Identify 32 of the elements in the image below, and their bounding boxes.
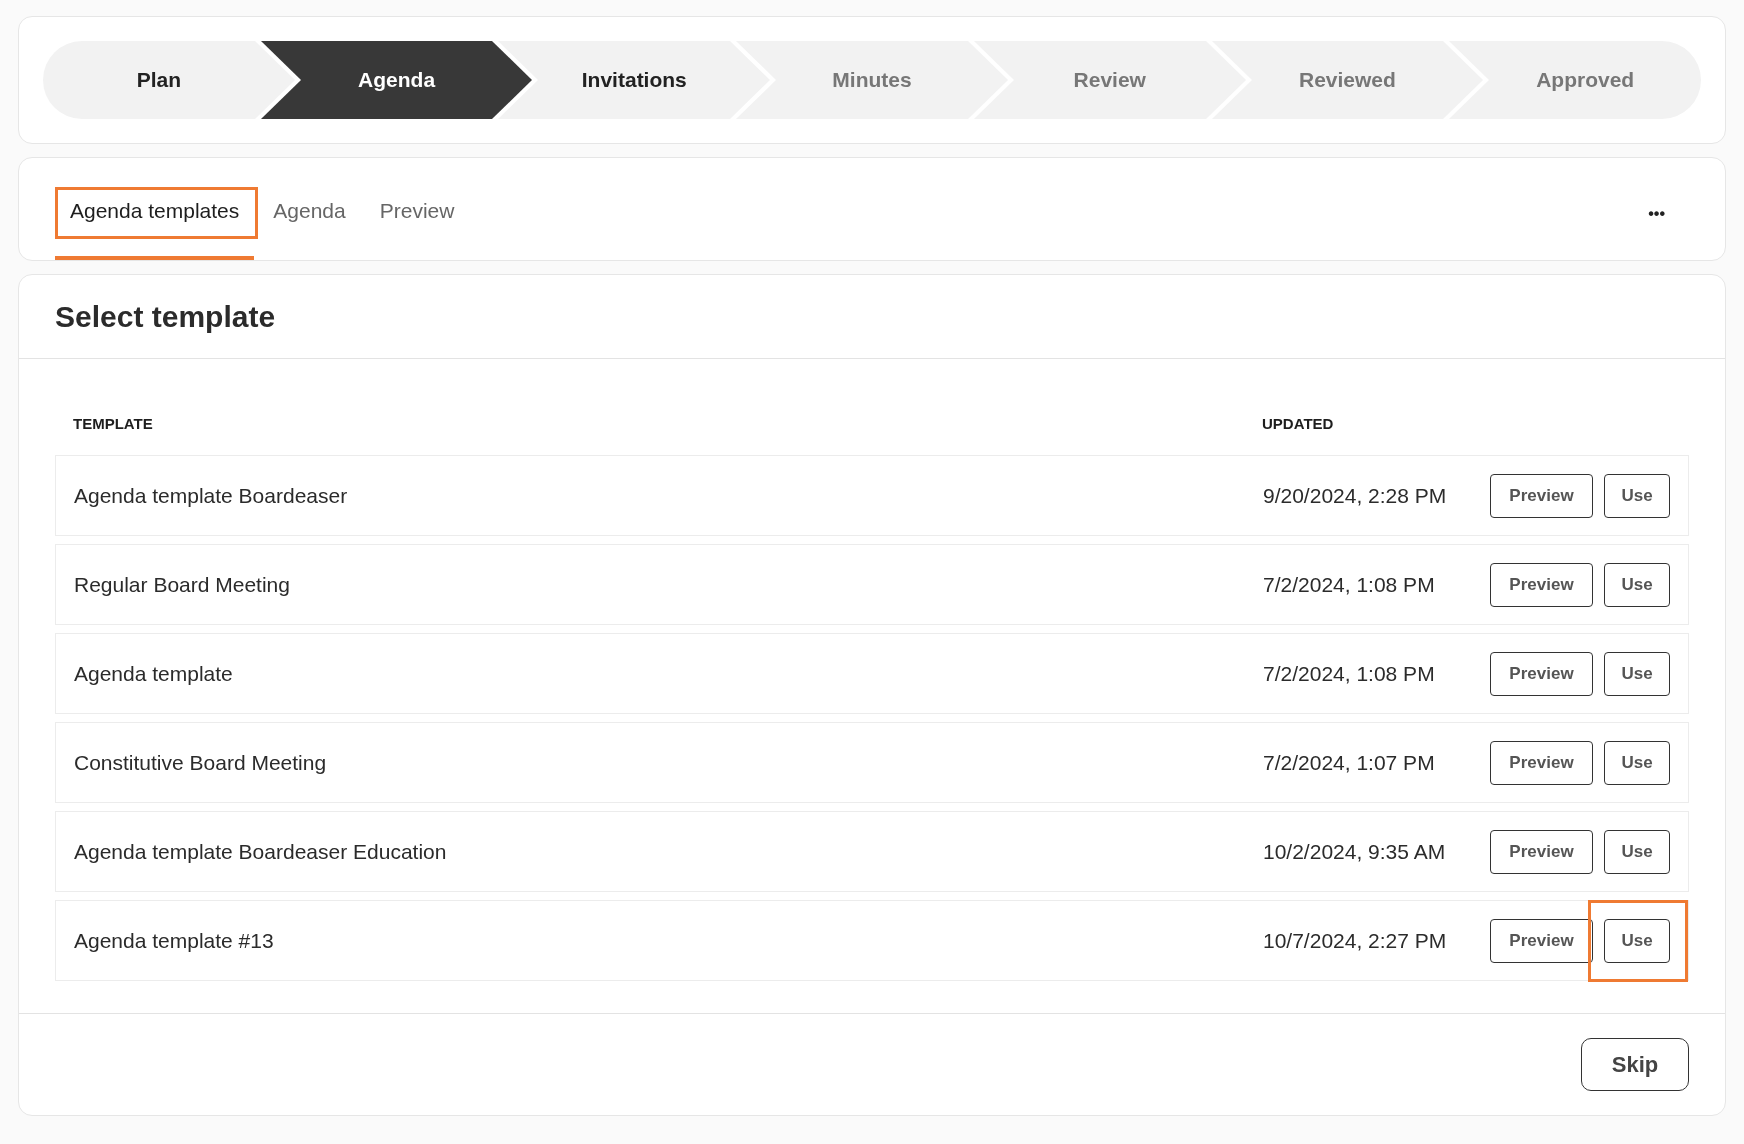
updated-date: 7/2/2024, 1:08 PM bbox=[1263, 660, 1436, 687]
updated-date: 10/2/2024, 9:35 AM bbox=[1263, 838, 1447, 865]
use-button[interactable]: Use bbox=[1604, 651, 1670, 696]
preview-button[interactable]: Preview bbox=[1490, 740, 1593, 785]
template-name: Agenda template bbox=[74, 660, 234, 687]
preview-button[interactable]: Preview bbox=[1490, 473, 1593, 518]
updated-date: 9/20/2024, 2:28 PM bbox=[1263, 482, 1448, 509]
template-name: Regular Board Meeting bbox=[74, 571, 291, 598]
use-button[interactable]: Use bbox=[1604, 562, 1670, 607]
tab[interactable]: Agenda templates bbox=[55, 172, 255, 260]
use-button[interactable]: Use bbox=[1604, 473, 1670, 518]
panel-title: Select template bbox=[55, 299, 276, 335]
preview-button[interactable]: Preview bbox=[1490, 562, 1593, 607]
more-button[interactable]: ••• bbox=[1648, 202, 1665, 226]
template-name: Agenda template Boardeaser Education bbox=[74, 838, 448, 865]
template-name: Agenda template #13 bbox=[74, 927, 275, 954]
tab[interactable]: Agenda bbox=[258, 172, 361, 260]
updated-date: 7/2/2024, 1:07 PM bbox=[1263, 749, 1436, 776]
preview-button[interactable]: Preview bbox=[1490, 829, 1593, 874]
use-button[interactable]: Use bbox=[1604, 918, 1670, 963]
column-header: UPDATED bbox=[1262, 413, 1334, 434]
column-header: TEMPLATE bbox=[73, 413, 154, 434]
updated-date: 10/7/2024, 2:27 PM bbox=[1263, 927, 1448, 954]
updated-date: 7/2/2024, 1:08 PM bbox=[1263, 571, 1436, 598]
template-name: Constitutive Board Meeting bbox=[74, 749, 328, 776]
skip-button[interactable]: Skip bbox=[1581, 1038, 1689, 1091]
use-button[interactable]: Use bbox=[1604, 740, 1670, 785]
template-name: Agenda template Boardeaser bbox=[74, 482, 349, 509]
tab[interactable]: Preview bbox=[364, 172, 470, 260]
preview-button[interactable]: Preview bbox=[1490, 918, 1593, 963]
preview-button[interactable]: Preview bbox=[1490, 651, 1593, 696]
use-button[interactable]: Use bbox=[1604, 829, 1670, 874]
